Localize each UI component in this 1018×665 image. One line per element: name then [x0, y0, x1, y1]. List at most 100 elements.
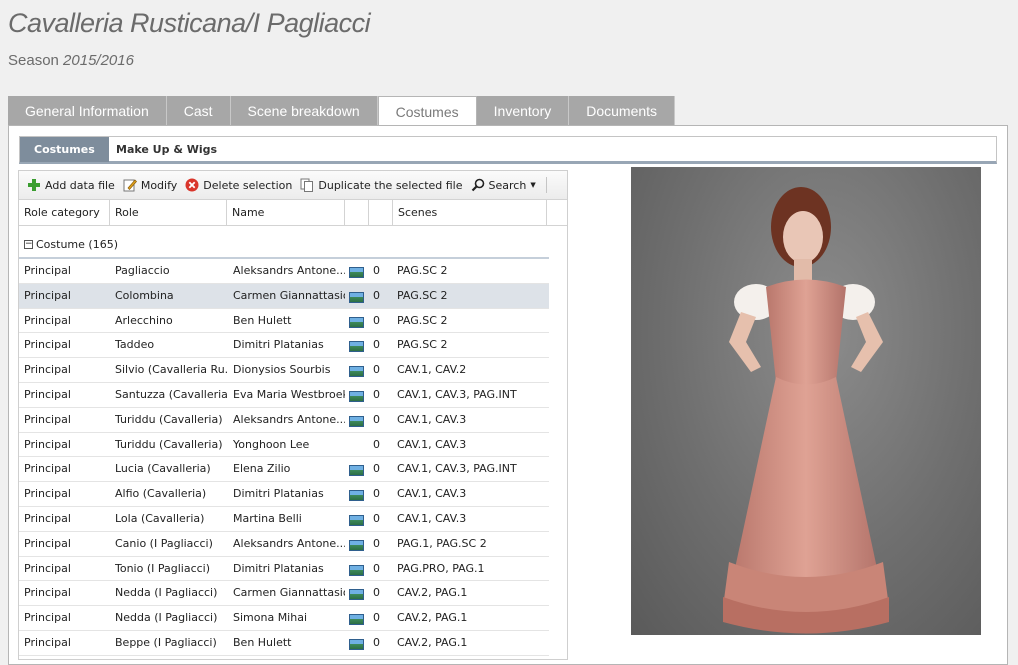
- image-cell: [349, 309, 367, 333]
- scenes-cell: CAV.2, PAG.1: [397, 586, 468, 600]
- grid-header: Role category Role Name Scenes: [19, 200, 567, 226]
- role-cell: Nedda (I Pagliacci): [115, 611, 218, 625]
- image-icon[interactable]: [349, 614, 364, 626]
- column-header-role-category[interactable]: Role category: [19, 200, 110, 225]
- tab-general-information[interactable]: General Information: [8, 96, 167, 126]
- season-line: Season 2015/2016: [8, 52, 134, 69]
- duplicate-button[interactable]: Duplicate the selected file: [300, 178, 463, 192]
- role-cell: Pagliaccio: [115, 264, 170, 277]
- search-label: Search: [488, 178, 527, 192]
- column-header-scenes[interactable]: Scenes: [393, 200, 547, 225]
- search-button[interactable]: Search ▼: [471, 178, 536, 192]
- group-label: Costume (165): [36, 238, 118, 251]
- table-row[interactable]: Principal Turiddu (Cavalleria) Aleksandrs …: [19, 408, 549, 433]
- modify-label: Modify: [140, 178, 178, 192]
- table-row[interactable]: Principal Nedda (I Pagliacci) Simona Mihai…: [19, 606, 549, 631]
- image-cell: [349, 606, 367, 630]
- image-icon[interactable]: [349, 316, 364, 328]
- count-cell: 0: [373, 586, 380, 600]
- tab-scene-breakdown[interactable]: Scene breakdown: [230, 96, 378, 126]
- scenes-cell: PAG.SC 2: [397, 313, 448, 327]
- count-cell: 0: [373, 635, 380, 649]
- role-category-cell: Principal: [24, 487, 71, 501]
- count-cell: 0: [373, 611, 380, 625]
- name-cell: Elena Zilio: [233, 462, 291, 476]
- image-icon[interactable]: [349, 564, 364, 576]
- table-row[interactable]: Principal Alfio (Cavalleria) Dimitri Plata…: [19, 482, 549, 507]
- image-icon[interactable]: [349, 366, 364, 378]
- name-cell: Dimitri Platanias: [233, 561, 324, 575]
- role-cell: Canio (I Pagliacci): [115, 536, 213, 550]
- name-cell: Dimitri Platanias: [233, 487, 324, 501]
- tab-costumes[interactable]: Costumes: [377, 96, 477, 127]
- image-cell: [349, 557, 367, 581]
- image-icon[interactable]: [349, 490, 364, 502]
- image-cell: [349, 532, 367, 556]
- role-cell: Arlecchino: [115, 313, 173, 327]
- role-category-cell: Principal: [24, 412, 71, 426]
- name-cell: Ben Hulett: [233, 635, 292, 649]
- image-icon[interactable]: [349, 390, 364, 402]
- scenes-cell: PAG.SC 2: [397, 288, 448, 302]
- tab-documents[interactable]: Documents: [569, 96, 676, 126]
- scenes-cell: CAV.1, CAV.2: [397, 363, 467, 377]
- role-category-cell: Principal: [24, 363, 71, 377]
- role-category-cell: Principal: [24, 338, 71, 352]
- add-data-file-button[interactable]: Add data file: [27, 178, 115, 192]
- name-cell: Aleksandrs Antone...: [233, 264, 345, 277]
- grid-toolbar: Add data file Modify Delete selection Du…: [19, 171, 567, 200]
- image-icon[interactable]: [349, 589, 364, 601]
- role-cell: Nedda (I Pagliacci): [115, 586, 218, 600]
- column-header-role[interactable]: Role: [110, 200, 227, 225]
- image-icon[interactable]: [349, 514, 364, 526]
- duplicate-label: Duplicate the selected file: [318, 178, 463, 192]
- table-row[interactable]: Principal Silvio (Cavalleria Ru... Dionysi…: [19, 358, 549, 383]
- scenes-cell: CAV.1, CAV.3: [397, 511, 467, 525]
- name-cell: Yonghoon Lee: [233, 437, 310, 451]
- delete-selection-button[interactable]: Delete selection: [185, 178, 292, 192]
- image-icon[interactable]: [349, 267, 364, 278]
- role-cell: Turiddu (Cavalleria): [115, 412, 223, 426]
- table-row[interactable]: Principal Turiddu (Cavalleria) Yonghoon Le…: [19, 433, 549, 458]
- table-row[interactable]: Principal Colombina Carmen Giannattasio 0 PA…: [19, 283, 549, 309]
- table-row[interactable]: Principal Santuzza (Cavalleria) Eva Maria …: [19, 383, 549, 408]
- role-cell: Lola (Cavalleria): [115, 511, 205, 525]
- column-header-name[interactable]: Name: [227, 200, 345, 225]
- tab-inventory[interactable]: Inventory: [476, 96, 570, 126]
- delete-selection-label: Delete selection: [203, 178, 293, 192]
- table-row[interactable]: Principal Canio (I Pagliacci) Aleksandrs A…: [19, 532, 549, 557]
- role-cell: Alfio (Cavalleria): [115, 487, 207, 501]
- role-cell: Tonio (I Pagliacci): [115, 561, 211, 575]
- table-row[interactable]: Principal Tonio (I Pagliacci) Dimitri Plat…: [19, 557, 549, 582]
- image-cell: [349, 581, 367, 605]
- count-cell: 0: [373, 561, 380, 575]
- scenes-cell: PAG.1, PAG.SC 2: [397, 536, 487, 550]
- count-cell: 0: [373, 412, 380, 426]
- table-row[interactable]: Principal Pagliaccio Aleksandrs Antone... 0…: [19, 259, 549, 284]
- collapse-icon[interactable]: −: [24, 240, 33, 249]
- season-label: Season: [8, 52, 59, 69]
- image-icon[interactable]: [349, 638, 364, 650]
- subtab-costumes[interactable]: Costumes: [20, 137, 109, 162]
- image-icon[interactable]: [349, 341, 364, 353]
- group-row-costume[interactable]: − Costume (165): [19, 233, 549, 259]
- image-icon[interactable]: [349, 291, 364, 303]
- tab-cast[interactable]: Cast: [166, 96, 231, 126]
- scenes-cell: PAG.PRO, PAG.1: [397, 561, 485, 575]
- table-row[interactable]: Principal Taddeo Dimitri Platanias 0 PAG.SC …: [19, 333, 549, 359]
- table-row[interactable]: Principal Lola (Cavalleria) Martina Belli 0…: [19, 507, 549, 532]
- table-row[interactable]: Principal Lucia (Cavalleria) Elena Zilio 0 C…: [19, 457, 549, 483]
- image-icon[interactable]: [349, 539, 364, 551]
- subtab-makeup-wigs[interactable]: Make Up & Wigs: [102, 137, 231, 162]
- table-row[interactable]: Principal Beppe (I Pagliacci) Ben Hulett 0 C…: [19, 631, 549, 656]
- table-row[interactable]: Principal Arlecchino Ben Hulett 0 PAG.SC 2: [19, 309, 549, 334]
- image-icon[interactable]: [349, 465, 364, 477]
- image-cell: [349, 358, 367, 382]
- column-header-image[interactable]: [345, 200, 369, 225]
- column-header-count[interactable]: [369, 200, 393, 225]
- image-icon[interactable]: [349, 415, 364, 427]
- scenes-cell: CAV.2, PAG.1: [397, 611, 468, 625]
- modify-button[interactable]: Modify: [123, 178, 177, 192]
- table-row[interactable]: Principal Nedda (I Pagliacci) Carmen Giann…: [19, 581, 549, 607]
- season-years: 2015/2016: [63, 52, 134, 69]
